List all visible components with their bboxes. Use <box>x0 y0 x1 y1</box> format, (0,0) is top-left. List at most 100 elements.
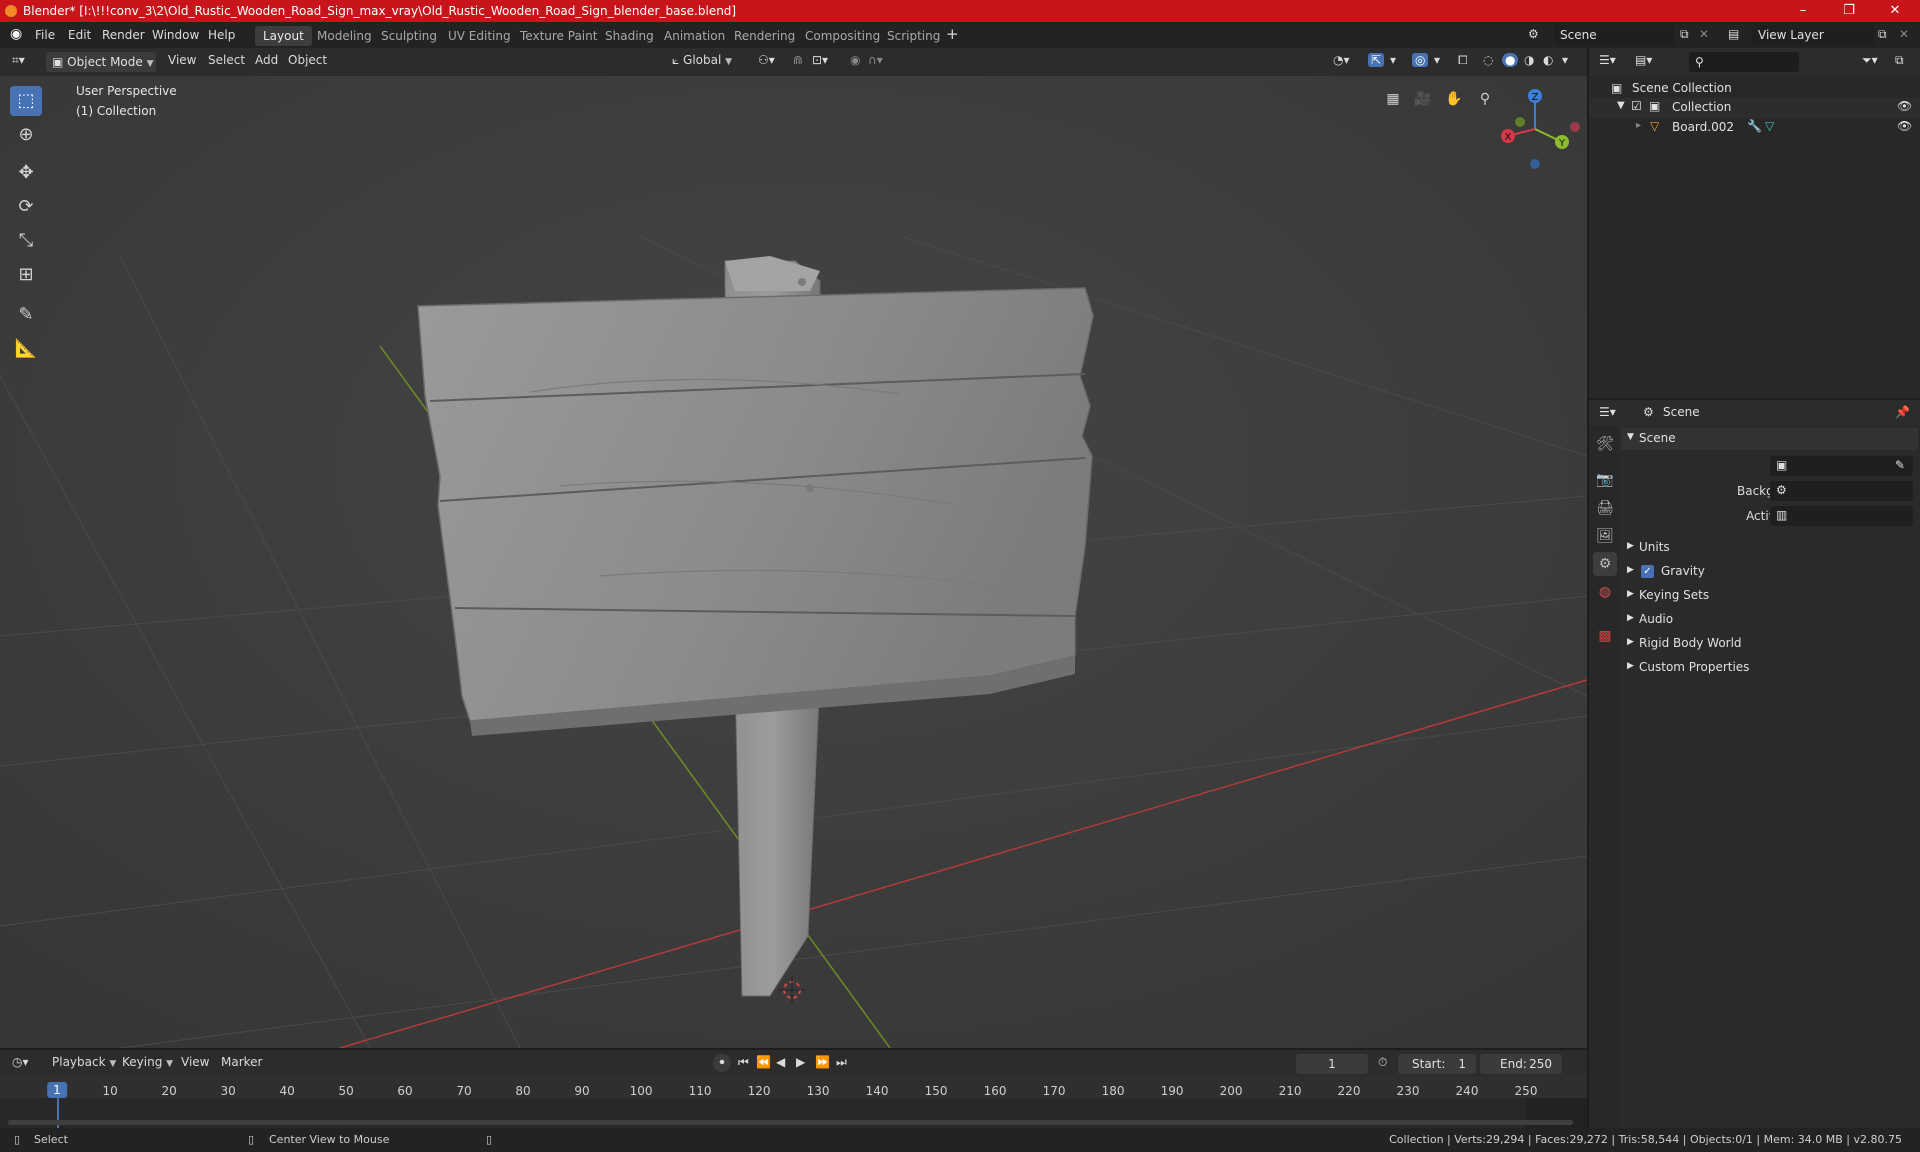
tool-properties-tab-icon[interactable]: 🛠 <box>1593 432 1617 456</box>
view-layer-browse-icon[interactable]: ▤ <box>1728 27 1739 41</box>
snap-toggle-icon[interactable]: ⋒ <box>793 53 803 67</box>
viewport-menu-view[interactable]: View <box>168 53 196 67</box>
scene-name-field[interactable]: Scene <box>1554 25 1674 45</box>
pivot-point-icon[interactable]: ⚇▾ <box>758 53 775 67</box>
view-layer-remove-icon[interactable]: ✕ <box>1899 27 1909 41</box>
rigid-body-world-panel-header[interactable]: ▶ Rigid Body World <box>1621 633 1918 655</box>
overlays-dropdown-icon[interactable]: ▾ <box>1434 53 1440 67</box>
workspace-tab-compositing[interactable]: Compositing <box>797 26 888 46</box>
minimize-button[interactable]: – <box>1780 0 1826 22</box>
cursor-tool-icon[interactable]: ⊕ <box>10 120 42 150</box>
object-visibility-eye-icon[interactable]: 👁 <box>1897 119 1912 133</box>
workspace-tab-modeling[interactable]: Modeling <box>309 26 380 46</box>
pan-view-hand-icon[interactable]: ✋ <box>1441 86 1467 112</box>
pin-icon[interactable]: 📌 <box>1895 405 1910 419</box>
viewport-menu-select[interactable]: Select <box>208 53 245 67</box>
workspace-tab-layout[interactable]: Layout <box>255 26 312 46</box>
workspace-tab-scripting[interactable]: Scripting <box>879 26 948 46</box>
units-panel-header[interactable]: ▶ Units <box>1621 537 1918 559</box>
workspace-tab-texture-paint[interactable]: Texture Paint <box>512 26 605 46</box>
world-properties-tab-icon[interactable]: ◍ <box>1593 580 1617 604</box>
outliner-scene-collection[interactable]: Scene Collection <box>1632 81 1732 95</box>
shading-options-icon[interactable]: ▾ <box>1562 53 1568 67</box>
output-properties-tab-icon[interactable]: 🖨 <box>1593 496 1617 520</box>
scene-panel-header[interactable]: ▼ Scene <box>1621 428 1918 450</box>
workspace-tab-shading[interactable]: Shading <box>597 26 662 46</box>
camera-view-icon[interactable]: 🎥 <box>1410 86 1436 112</box>
gravity-checkbox[interactable]: ✓ <box>1641 565 1654 578</box>
collection-checkbox[interactable]: ☑ <box>1631 99 1642 113</box>
workspace-tab-uv-editing[interactable]: UV Editing <box>440 26 519 46</box>
move-tool-icon[interactable]: ✥ <box>10 158 42 188</box>
measure-tool-icon[interactable]: 📐 <box>10 334 42 364</box>
gizmo-dropdown-icon[interactable]: ▾ <box>1390 53 1396 67</box>
object-mode-dropdown[interactable]: ▣ Object Mode ▼ <box>46 52 156 72</box>
active-movie-clip-field[interactable]: ▥ <box>1770 506 1913 526</box>
keying-sets-panel-header[interactable]: ▶ Keying Sets <box>1621 585 1918 607</box>
menu-window[interactable]: Window <box>152 28 199 42</box>
workspace-tab-rendering[interactable]: Rendering <box>726 26 803 46</box>
view-layer-properties-tab-icon[interactable]: 🖼 <box>1593 524 1617 548</box>
camera-field[interactable]: ▣ ✎ <box>1770 456 1913 476</box>
audio-panel-header[interactable]: ▶ Audio <box>1621 609 1918 631</box>
eyedropper-icon[interactable]: ✎ <box>1895 458 1905 472</box>
gravity-panel-header[interactable]: ▶ ✓ Gravity <box>1621 561 1918 583</box>
editor-type-icon[interactable]: ⌗▾ <box>12 53 25 68</box>
proportional-edit-icon[interactable]: ◉ <box>850 53 860 67</box>
viewport-menu-object[interactable]: Object <box>288 53 327 67</box>
maximize-button[interactable]: ❐ <box>1826 0 1872 22</box>
gizmo-toggle-icon[interactable]: ⇱ <box>1368 53 1385 67</box>
outliner-row-collection[interactable]: ▼ ☑ ▣ Collection 👁 <box>1589 98 1920 118</box>
properties-editor-type-icon[interactable]: ☰▾ <box>1599 405 1616 419</box>
shading-wireframe-icon[interactable]: ◌ <box>1483 53 1493 67</box>
menu-edit[interactable]: Edit <box>68 28 91 42</box>
background-scene-field[interactable]: ⚙ <box>1770 481 1913 501</box>
annotate-tool-icon[interactable]: ✎ <box>10 300 42 330</box>
transform-tool-icon[interactable]: ⊞ <box>10 260 42 290</box>
scene-new-icon[interactable]: ⧉ <box>1680 27 1689 42</box>
snap-target-icon[interactable]: ⊡▾ <box>812 53 828 67</box>
workspace-tab-sculpting[interactable]: Sculpting <box>373 26 445 46</box>
overlays-toggle-icon[interactable]: ◎ <box>1412 53 1429 67</box>
render-properties-tab-icon[interactable]: 📷 <box>1593 468 1617 492</box>
expand-arrow-icon[interactable]: ▼ <box>1617 100 1625 111</box>
menu-help[interactable]: Help <box>208 28 235 42</box>
viewport-menu-add[interactable]: Add <box>255 53 278 67</box>
3d-viewport[interactable]: User Perspective (1) Collection ▦ 🎥 ✋ ⚲ … <box>0 76 1587 1048</box>
modifier-wrench-icon[interactable]: 🔧 <box>1747 119 1762 133</box>
custom-properties-panel-header[interactable]: ▶ Custom Properties <box>1621 657 1918 679</box>
texture-properties-tab-icon[interactable]: ▩ <box>1593 624 1617 648</box>
gizmo-neg-z-axis[interactable] <box>1530 159 1540 169</box>
shading-solid-icon[interactable]: ● <box>1502 53 1519 67</box>
transform-orientation-dropdown[interactable]: ⟀ Global ▼ <box>672 53 732 68</box>
new-collection-icon[interactable]: ⧉ <box>1895 53 1904 68</box>
outliner-search-input[interactable]: ⚲ <box>1689 52 1799 72</box>
add-workspace-button[interactable]: + <box>946 25 959 43</box>
navigation-gizmo[interactable]: Z Y X <box>1490 84 1580 174</box>
outliner-editor-type-icon[interactable]: ☰▾ <box>1599 53 1616 67</box>
outliner-display-mode-icon[interactable]: ▤▾ <box>1635 53 1652 67</box>
scene-remove-icon[interactable]: ✕ <box>1699 27 1709 41</box>
collapse-arrow-icon[interactable]: ▸ <box>1636 120 1641 131</box>
visibility-icon[interactable]: ◔▾ <box>1333 53 1350 67</box>
shading-material-icon[interactable]: ◑ <box>1524 53 1534 67</box>
collection-visibility-eye-icon[interactable]: 👁 <box>1897 99 1912 113</box>
select-box-tool-icon[interactable]: ⬚ <box>10 86 42 116</box>
scale-tool-icon[interactable]: ⤡ <box>10 226 42 256</box>
xray-toggle-icon[interactable]: ⧠ <box>1458 53 1468 68</box>
scene-properties-tab-icon[interactable]: ⚙ <box>1593 552 1617 576</box>
outliner-filter-icon[interactable]: ⏷▾ <box>1862 53 1878 68</box>
toggle-camera-grid-icon[interactable]: ▦ <box>1380 86 1406 112</box>
shading-rendered-icon[interactable]: ◐ <box>1543 53 1553 67</box>
blender-menu-icon[interactable]: ◉ <box>10 26 22 42</box>
scene-browse-icon[interactable]: ⚙ <box>1528 27 1539 41</box>
workspace-tab-animation[interactable]: Animation <box>656 26 733 46</box>
menu-render[interactable]: Render <box>102 28 145 42</box>
mesh-data-icon[interactable]: ▽ <box>1765 119 1774 133</box>
gizmo-neg-x-axis[interactable] <box>1570 122 1580 132</box>
outliner-row-object[interactable]: ▸ ▽ Board.002 🔧 ▽ 👁 <box>1589 118 1920 138</box>
menu-file[interactable]: File <box>35 28 55 42</box>
rotate-tool-icon[interactable]: ⟳ <box>10 192 42 222</box>
view-layer-new-icon[interactable]: ⧉ <box>1878 27 1887 42</box>
proportional-falloff-icon[interactable]: ∩▾ <box>868 53 883 67</box>
